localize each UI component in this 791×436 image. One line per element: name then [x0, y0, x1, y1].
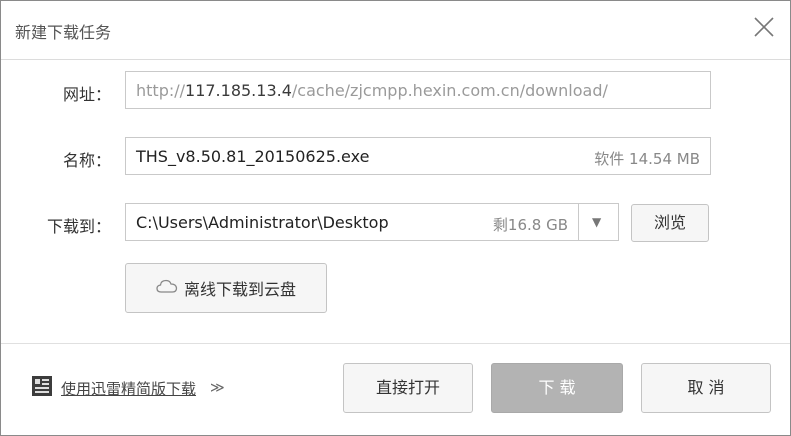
- destination-label: 下载到：: [46, 217, 111, 236]
- destination-field[interactable]: C:\Users\Administrator\Desktop 剩16.8 GB: [125, 203, 579, 241]
- url-host: 117.185.13.4: [185, 81, 292, 100]
- free-space: 剩16.8 GB: [492, 216, 568, 234]
- chevron-down-icon: ▼: [592, 215, 602, 229]
- title-bar: 新建下载任务: [1, 1, 790, 60]
- file-info: 软件 14.54 MB: [594, 150, 700, 168]
- cancel-button[interactable]: 取 消: [641, 363, 771, 413]
- offline-cloud-download-label: 离线下载到云盘: [183, 280, 296, 299]
- browse-button[interactable]: 浏览: [631, 204, 709, 242]
- destination-path: C:\Users\Administrator\Desktop: [136, 213, 389, 232]
- lite-download-link[interactable]: 使用迅雷精简版下载 ≫: [31, 375, 225, 401]
- thunder-lite-icon: [31, 375, 53, 401]
- url-field[interactable]: http://117.185.13.4/cache/zjcmpp.hexin.c…: [125, 71, 711, 109]
- destination-dropdown-button[interactable]: ▼: [579, 203, 619, 241]
- close-icon[interactable]: [752, 15, 776, 39]
- cloud-icon: [156, 278, 178, 298]
- new-download-dialog: 新建下载任务 网址： http://117.185.13.4/cache/zjc…: [0, 0, 791, 436]
- footer-divider: [1, 343, 790, 344]
- download-button[interactable]: 下 载: [491, 363, 623, 413]
- offline-cloud-download-button[interactable]: 离线下载到云盘: [125, 263, 327, 313]
- url-label: 网址：: [62, 85, 111, 104]
- url-prefix: http://: [136, 81, 186, 100]
- filename-value: THS_v8.50.81_20150625.exe: [136, 147, 370, 166]
- expand-more-icon[interactable]: ≫: [210, 380, 225, 396]
- url-path: /cache/zjcmpp.hexin.com.cn/download/: [291, 81, 608, 100]
- name-label: 名称：: [62, 151, 111, 170]
- dialog-title: 新建下载任务: [15, 23, 112, 42]
- lite-download-link-text[interactable]: 使用迅雷精简版下载: [61, 378, 196, 399]
- filename-field[interactable]: THS_v8.50.81_20150625.exe 软件 14.54 MB: [125, 137, 711, 175]
- open-directly-button[interactable]: 直接打开: [343, 363, 473, 413]
